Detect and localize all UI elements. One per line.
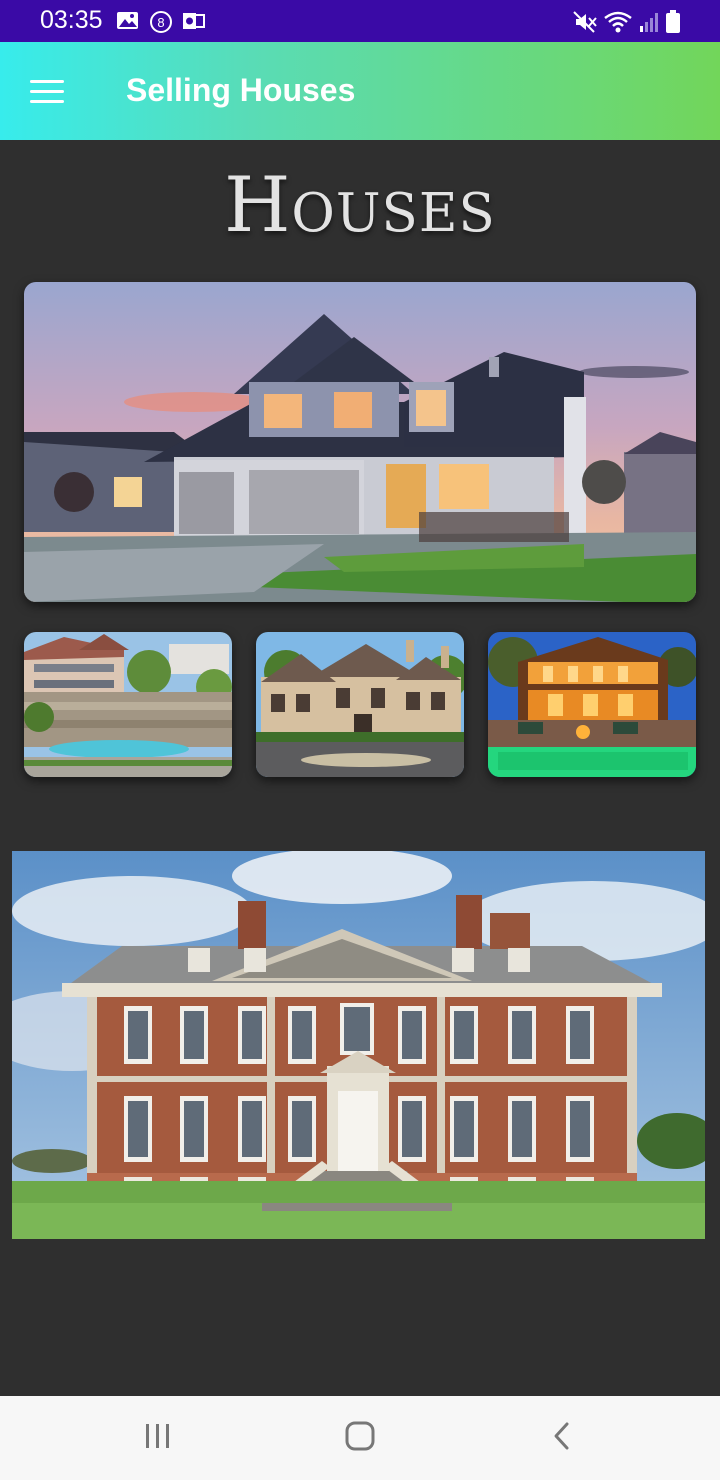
home-icon[interactable] — [330, 1418, 390, 1458]
signal-icon — [640, 13, 658, 32]
hamburger-menu-icon[interactable] — [30, 77, 66, 105]
app-bar: Selling Houses — [0, 42, 720, 140]
thumbnail-stone-mansion[interactable] — [256, 632, 464, 777]
page-heading: Houses — [224, 160, 496, 249]
thumbnail-lodge-night[interactable] — [488, 632, 696, 777]
app-title: Selling Houses — [126, 72, 356, 108]
svg-text:8: 8 — [157, 15, 164, 30]
back-icon[interactable] — [532, 1418, 592, 1458]
mute-icon — [573, 11, 597, 33]
gallery-icon — [117, 12, 138, 29]
status-bar: 03:35 8 — [0, 0, 720, 42]
featured-house-image[interactable] — [24, 282, 696, 602]
notification-8-icon: 8 — [150, 11, 172, 33]
battery-icon — [666, 10, 680, 33]
outlook-icon — [183, 13, 205, 29]
thumbnail-villa-pool[interactable] — [24, 632, 232, 777]
status-time: 03:35 — [40, 6, 103, 34]
manor-house-image[interactable] — [12, 851, 705, 1239]
system-nav-bar — [0, 1396, 720, 1480]
wifi-icon — [604, 11, 632, 33]
recent-apps-icon[interactable] — [128, 1418, 188, 1458]
